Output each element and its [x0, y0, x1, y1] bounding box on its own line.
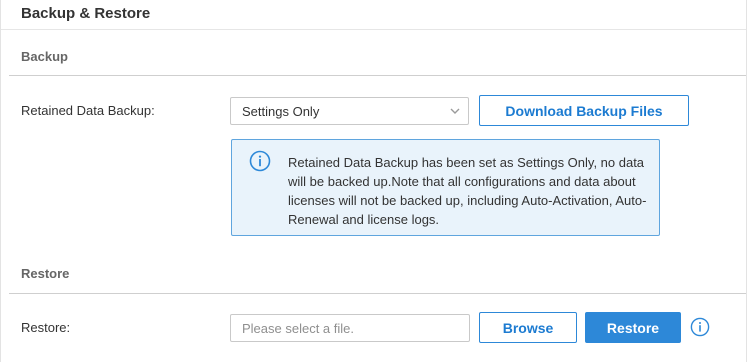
restore-button[interactable]: Restore	[585, 312, 681, 343]
backup-section-divider	[9, 75, 746, 76]
restore-file-input[interactable]	[230, 314, 470, 342]
restore-label: Restore:	[21, 320, 71, 335]
backup-restore-panel: Backup & Restore Backup Retained Data Ba…	[0, 0, 747, 362]
browse-button[interactable]: Browse	[479, 312, 577, 343]
info-icon	[249, 150, 271, 172]
restore-section-divider	[9, 293, 746, 294]
restore-help-icon[interactable]	[690, 317, 710, 337]
restore-button-label: Restore	[606, 319, 660, 336]
retained-data-backup-label: Retained Data Backup:	[21, 103, 155, 118]
retained-data-backup-value: Settings Only	[242, 104, 320, 119]
download-backup-files-button[interactable]: Download Backup Files	[479, 95, 689, 126]
chevron-down-icon	[450, 108, 460, 114]
backup-section-title: Backup	[21, 49, 68, 64]
title-divider	[1, 29, 746, 30]
retained-backup-notice-text: Retained Data Backup has been set as Set…	[288, 155, 647, 227]
browse-button-label: Browse	[502, 319, 554, 336]
retained-backup-notice: Retained Data Backup has been set as Set…	[231, 139, 660, 236]
retained-data-backup-select[interactable]: Settings Only	[230, 97, 469, 125]
page-title: Backup & Restore	[21, 5, 151, 22]
restore-section-title: Restore	[21, 266, 70, 281]
download-backup-files-label: Download Backup Files	[505, 102, 663, 119]
